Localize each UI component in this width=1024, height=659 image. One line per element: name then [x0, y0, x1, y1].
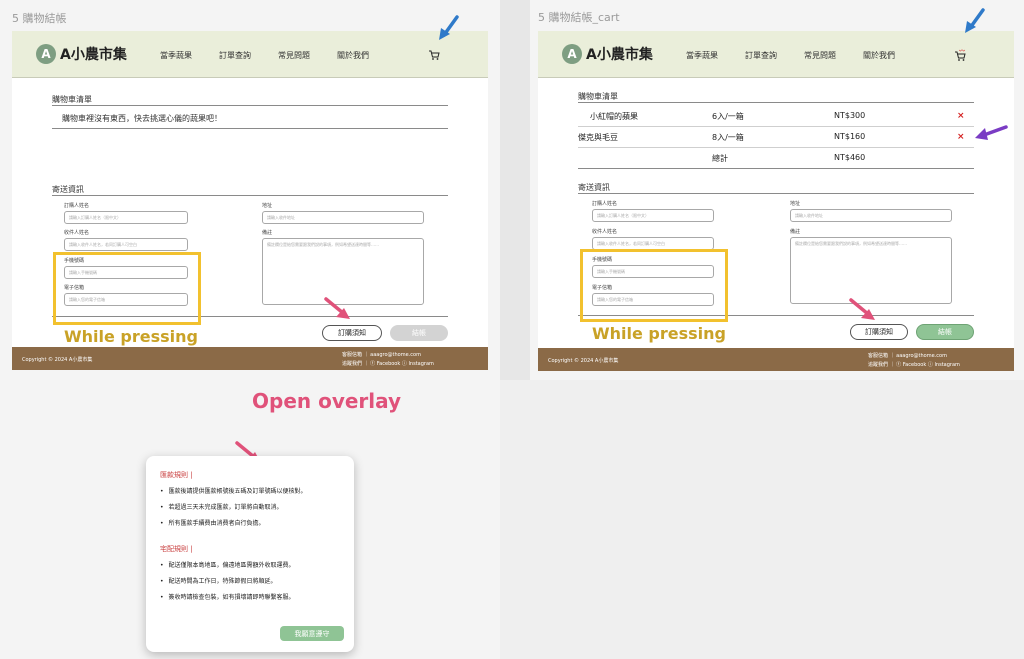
divider — [52, 195, 448, 196]
cart-total-label: 總計 — [712, 154, 728, 163]
nav-item-about[interactable]: 關於我們 — [863, 50, 895, 61]
purple-arrow-annotation — [975, 125, 1008, 140]
nav-item-orders[interactable]: 訂單查詢 — [219, 50, 251, 61]
open-overlay-annotation: Open overlay — [252, 389, 402, 413]
cart-item-name: 小紅帽的蘋果 — [590, 112, 638, 121]
frame-label-checkout-cart: 5 購物結帳_cart — [538, 11, 620, 24]
nav-item-orders[interactable]: 訂單查詢 — [745, 50, 777, 61]
delivery-rules-list: 配送僅限本島地區，偏遠地區需額外收取運費。 配送時間為工作日，特殊節假日將順延。… — [160, 560, 295, 608]
orderer-name-input[interactable]: 請輸入訂購人姓名（限中文） — [64, 211, 188, 224]
main-nav: 當季蔬果 訂單查詢 常見問題 關於我們 — [686, 50, 895, 61]
address-label: 地址 — [262, 203, 273, 209]
site-header: A A小農市集 當季蔬果 訂單查詢 常見問題 關於我們 — [538, 31, 1014, 78]
divider — [52, 105, 448, 106]
remove-item-button[interactable]: × — [957, 132, 965, 142]
cart-item-qty: 8入/一箱 — [712, 133, 744, 142]
pink-arrow-annotation — [849, 298, 875, 320]
footer-contact: 客服信箱 ｜ aaagro@thome.com — [868, 353, 947, 359]
shipping-title: 寄送資訊 — [52, 185, 84, 194]
nav-item-seasonal[interactable]: 當季蔬果 — [160, 50, 192, 61]
shipping-title: 寄送資訊 — [578, 183, 610, 192]
orderer-label: 訂購人姓名 — [592, 201, 618, 207]
remove-item-button[interactable]: × — [957, 111, 965, 121]
checkout-button-active[interactable]: 結帳 — [916, 324, 974, 340]
site-footer: Copyright © 2024 A小農市集 客服信箱 ｜ aaagro@tho… — [538, 348, 1014, 371]
payment-rules-title: 匯款規則 | — [160, 471, 193, 479]
agree-button[interactable]: 我願意遵守 — [280, 626, 344, 641]
note-label: 備註 — [790, 229, 801, 235]
order-notice-button[interactable]: 訂購須知 — [322, 325, 382, 341]
pink-arrow-annotation — [324, 297, 350, 319]
list-item: 配送時間為工作日，特殊節假日將順延。 — [160, 576, 295, 585]
footer-follow[interactable]: 追蹤我們 ｜ ⓕ Facebook ⓘ Instagram — [342, 360, 434, 367]
site-logo[interactable]: A A小農市集 — [562, 44, 653, 64]
nav-item-seasonal[interactable]: 當季蔬果 — [686, 50, 718, 61]
divider — [578, 168, 974, 169]
recipient-name-input[interactable]: 請輸入收件人姓名，若同訂購人可空白 — [64, 238, 188, 251]
address-input[interactable]: 請輸入收件地址 — [262, 211, 424, 224]
nav-item-faq[interactable]: 常見問題 — [278, 50, 310, 61]
blue-arrow-annotation — [965, 8, 985, 33]
nav-item-faq[interactable]: 常見問題 — [804, 50, 836, 61]
site-logo[interactable]: A A小農市集 — [36, 44, 127, 64]
cart-item-qty: 6入/一箱 — [712, 112, 744, 121]
list-item: 配送僅限本島地區，偏遠地區需額外收取運費。 — [160, 560, 295, 569]
empty-canvas-area — [500, 380, 1024, 659]
note-textarea[interactable]: 備註欄位是給您需要跟我們說的事項，例如希望送達時間等…… — [790, 237, 952, 304]
logo-badge: A — [562, 44, 582, 64]
list-item: 所有匯款手續費由消費者自行負擔。 — [160, 518, 307, 527]
divider — [52, 128, 448, 129]
address-label: 地址 — [790, 201, 801, 207]
footer-follow[interactable]: 追蹤我們 ｜ ⓕ Facebook ⓘ Instagram — [868, 361, 960, 368]
logo-text: A小農市集 — [60, 47, 127, 63]
cart-total-value: NT$460 — [834, 153, 866, 162]
list-item: 簽收時請檢查包裝，如有損壞請即時聯繫客服。 — [160, 592, 295, 601]
footer-copyright: Copyright © 2024 A小農市集 — [22, 357, 93, 363]
note-textarea[interactable]: 備註欄位是給您需要跟我們說的事項，例如希望送達時間等…… — [262, 238, 424, 305]
frame-label-checkout: 5 購物結帳 — [12, 12, 67, 25]
cart-item-price: NT$160 — [834, 132, 866, 141]
list-item: 匯款後請提供匯款帳號後五碼及訂單號碼以便核對。 — [160, 486, 307, 495]
delivery-rules-title: 宅配規則 | — [160, 545, 193, 553]
cart-total-row: 總計 NT$460 — [578, 147, 974, 168]
site-footer: Copyright © 2024 A小農市集 客服信箱 ｜ aaagro@tho… — [12, 347, 488, 370]
orderer-name-input[interactable]: 請輸入訂購人姓名（限中文） — [592, 209, 714, 222]
table-row: 傑克與毛豆 8入/一箱 NT$160 × — [578, 126, 974, 147]
logo-text: A小農市集 — [586, 47, 653, 63]
address-input[interactable]: 請輸入收件地址 — [790, 209, 952, 222]
payment-rules-list: 匯款後請提供匯款帳號後五碼及訂單號碼以便核對。 若超過三天未完成匯款，訂單將自動… — [160, 486, 307, 534]
footer-contact: 客服信箱 ｜ aaagro@thome.com — [342, 352, 421, 358]
recipient-label: 收件人姓名 — [64, 230, 90, 236]
list-item: 若超過三天未完成匯款，訂單將自動取消。 — [160, 502, 307, 511]
while-pressing-annotation: While pressing — [64, 327, 198, 346]
table-row: 小紅帽的蘋果 6入/一箱 NT$300 × — [578, 105, 974, 126]
orderer-label: 訂購人姓名 — [64, 203, 90, 209]
cart-item-price: NT$300 — [834, 111, 866, 120]
cart-list-title: 購物車清單 — [52, 95, 92, 104]
while-pressing-annotation: While pressing — [592, 324, 726, 343]
cart-list-title: 購物車清單 — [578, 92, 618, 101]
site-header: A A小農市集 當季蔬果 訂單查詢 常見問題 關於我們 — [12, 31, 488, 78]
order-notice-modal: 匯款規則 | 匯款後請提供匯款帳號後五碼及訂單號碼以便核對。 若超過三天未完成匯… — [146, 456, 354, 652]
cart-icon[interactable] — [428, 49, 440, 61]
nav-item-about[interactable]: 關於我們 — [337, 50, 369, 61]
cart-item-name: 傑克與毛豆 — [578, 133, 618, 142]
logo-badge: A — [36, 44, 56, 64]
checkout-button-disabled[interactable]: 結帳 — [390, 325, 448, 341]
footer-copyright: Copyright © 2024 A小農市集 — [548, 358, 619, 364]
note-label: 備註 — [262, 230, 273, 236]
empty-cart-message: 購物車裡沒有東西，快去挑選心儀的蔬果吧！ — [62, 114, 222, 123]
divider — [578, 102, 974, 103]
highlight-box-annotation — [580, 249, 728, 322]
blue-arrow-annotation — [439, 15, 459, 40]
recipient-label: 收件人姓名 — [592, 229, 618, 235]
highlight-box-annotation — [53, 252, 201, 325]
divider — [578, 193, 974, 194]
cart-icon-notified[interactable] — [954, 49, 966, 61]
main-nav: 當季蔬果 訂單查詢 常見問題 關於我們 — [160, 50, 369, 61]
order-notice-button[interactable]: 訂購須知 — [850, 324, 908, 340]
